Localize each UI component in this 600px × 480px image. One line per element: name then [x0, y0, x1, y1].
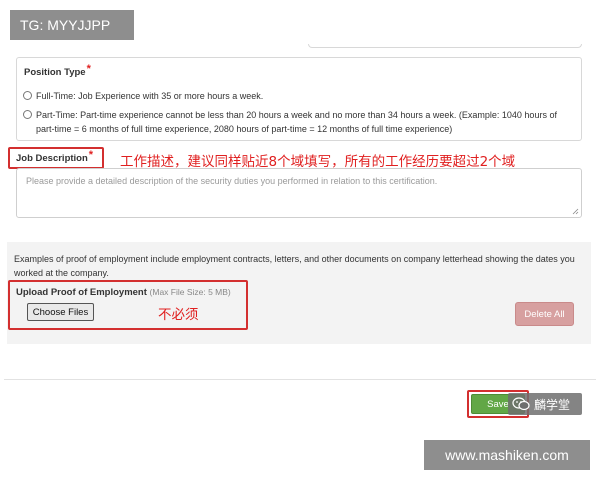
previous-field-edge	[308, 44, 582, 48]
upload-proof-label: Upload Proof of Employment (Max File Siz…	[16, 287, 231, 298]
job-description-label-text: Job Description	[16, 152, 88, 164]
delete-all-button[interactable]: Delete All	[515, 302, 574, 326]
max-file-size: (Max File Size: 5 MB)	[149, 287, 231, 297]
wechat-icon	[512, 397, 530, 411]
upload-proof-section: Upload Proof of Employment (Max File Siz…	[8, 280, 248, 330]
radio-icon[interactable]	[23, 91, 32, 100]
wechat-badge-text: 麟学堂	[534, 397, 571, 412]
wechat-watermark-badge: 麟学堂	[508, 393, 582, 415]
position-type-group: Position Type* Full-Time: Job Experience…	[16, 57, 582, 141]
choose-files-button[interactable]: Choose Files	[27, 303, 94, 321]
required-asterisk: *	[86, 63, 91, 75]
job-description-placeholder: Please provide a detailed description of…	[26, 176, 438, 186]
section-divider	[4, 379, 596, 380]
option-label: Part-Time: Part-time experience cannot b…	[36, 110, 557, 134]
job-description-textarea[interactable]: Please provide a detailed description of…	[16, 168, 582, 218]
resize-handle-icon[interactable]	[572, 208, 579, 215]
job-description-label: Job Description *	[8, 147, 104, 169]
position-type-option-part-time[interactable]: Part-Time: Part-time experience cannot b…	[23, 108, 571, 136]
site-watermark-label: www.mashiken.com	[424, 440, 590, 470]
tg-watermark-label: TG: MYYJJPP	[10, 10, 134, 40]
upload-proof-label-text: Upload Proof of Employment	[16, 287, 147, 298]
position-type-label: Position Type*	[24, 63, 91, 78]
position-type-label-text: Position Type	[24, 67, 86, 78]
required-asterisk: *	[88, 149, 94, 161]
upload-annotation: 不必须	[158, 307, 199, 323]
option-label: Full-Time: Job Experience with 35 or mor…	[36, 91, 264, 101]
job-description-annotation: 工作描述，建议同样贴近8个域填写，所有的工作经历要超过2个域	[120, 154, 516, 170]
radio-icon[interactable]	[23, 110, 32, 119]
position-type-option-full-time[interactable]: Full-Time: Job Experience with 35 or mor…	[23, 89, 263, 103]
proof-description: Examples of proof of employment include …	[14, 254, 575, 278]
